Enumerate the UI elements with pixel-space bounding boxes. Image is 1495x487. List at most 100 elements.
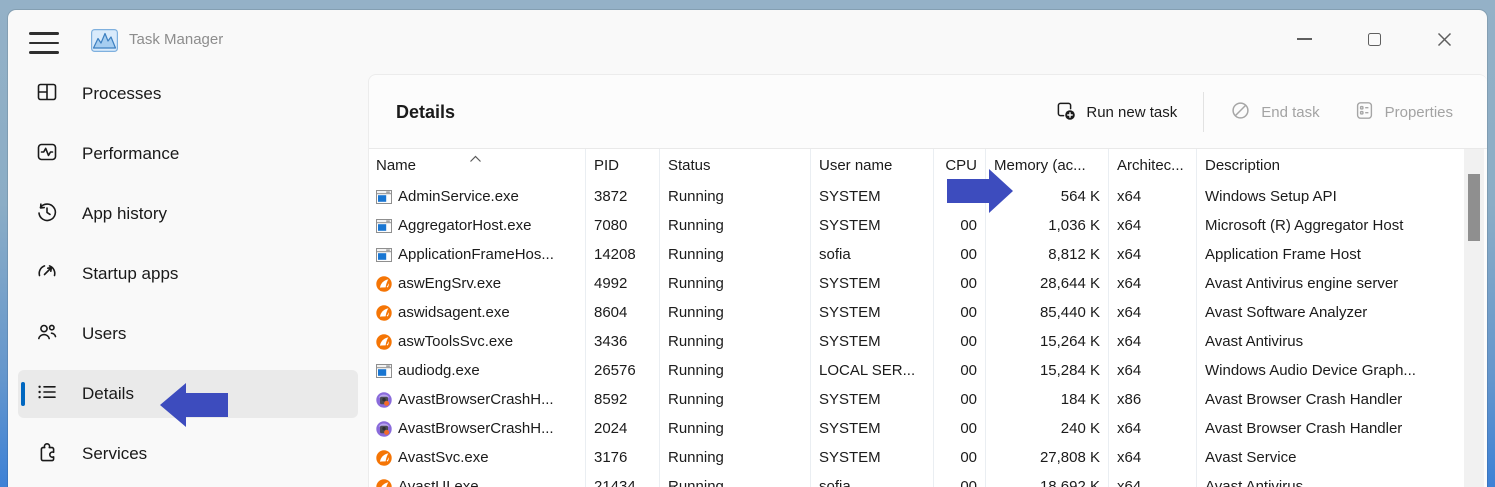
- column-header-label: Name: [376, 157, 416, 174]
- sidebar-item-app-history[interactable]: App history: [18, 190, 358, 238]
- sidebar-item-label: Startup apps: [82, 264, 178, 284]
- memory-cell: 18,692 K: [986, 472, 1109, 487]
- pid-cell: 3872: [586, 182, 660, 211]
- run-new-task-label: Run new task: [1086, 104, 1177, 121]
- sidebar-item-label: Performance: [82, 144, 179, 164]
- memory-cell: 1,036 K: [986, 211, 1109, 240]
- default-exe-icon: [376, 189, 392, 205]
- avast-icon: [376, 305, 392, 321]
- architecture-cell: x64: [1109, 211, 1197, 240]
- column-header-status[interactable]: Status: [660, 149, 811, 182]
- properties-button[interactable]: Properties: [1344, 92, 1463, 133]
- memory-cell: 240 K: [986, 414, 1109, 443]
- description-cell: Avast Browser Crash Handler: [1197, 385, 1464, 414]
- description-cell: Avast Antivirus: [1197, 327, 1464, 356]
- details-icon: [35, 380, 59, 409]
- table-row[interactable]: aswToolsSvc.exe3436RunningSYSTEM0015,264…: [369, 327, 1464, 356]
- details-table: Name PID Status User name CPU Memory (ac…: [369, 149, 1464, 487]
- process-name-cell: AvastUI.exe: [369, 472, 586, 487]
- status-cell: Running: [660, 385, 811, 414]
- architecture-cell: x64: [1109, 414, 1197, 443]
- table-row[interactable]: AvastBrowserCrashH...2024RunningSYSTEM00…: [369, 414, 1464, 443]
- process-name-cell: aswEngSrv.exe: [369, 269, 586, 298]
- architecture-cell: x64: [1109, 182, 1197, 211]
- column-header-description[interactable]: Description: [1197, 149, 1464, 182]
- process-name-text: aswEngSrv.exe: [398, 275, 501, 292]
- table-row[interactable]: ApplicationFrameHos...14208Runningsofia0…: [369, 240, 1464, 269]
- architecture-cell: x64: [1109, 298, 1197, 327]
- pid-cell: 4992: [586, 269, 660, 298]
- user-name-cell: sofia: [811, 240, 934, 269]
- minimize-button[interactable]: [1281, 19, 1327, 59]
- table-row[interactable]: audiodg.exe26576RunningLOCAL SER...0015,…: [369, 356, 1464, 385]
- process-name-cell: aswidsagent.exe: [369, 298, 586, 327]
- run-new-task-button[interactable]: Run new task: [1045, 92, 1187, 133]
- architecture-cell: x64: [1109, 240, 1197, 269]
- architecture-cell: x64: [1109, 472, 1197, 487]
- process-name-cell: AvastBrowserCrashH...: [369, 414, 586, 443]
- architecture-cell: x64: [1109, 356, 1197, 385]
- cpu-cell: 00: [934, 414, 986, 443]
- table-row[interactable]: aswidsagent.exe8604RunningSYSTEM0085,440…: [369, 298, 1464, 327]
- memory-cell: 15,284 K: [986, 356, 1109, 385]
- column-header-name[interactable]: Name: [369, 149, 586, 182]
- table-row[interactable]: AvastSvc.exe3176RunningSYSTEM0027,808 Kx…: [369, 443, 1464, 472]
- process-name-text: AvastBrowserCrashH...: [398, 391, 554, 408]
- memory-cell: 15,264 K: [986, 327, 1109, 356]
- memory-cell: 184 K: [986, 385, 1109, 414]
- sidebar-item-performance[interactable]: Performance: [18, 130, 358, 178]
- process-name-text: AvastBrowserCrashH...: [398, 420, 554, 437]
- avast-browser-crash-icon: [376, 392, 392, 408]
- default-exe-icon: [376, 363, 392, 379]
- cpu-cell: 00: [934, 472, 986, 487]
- table-row[interactable]: AvastBrowserCrashH...8592RunningSYSTEM00…: [369, 385, 1464, 414]
- sidebar-item-startup-apps[interactable]: Startup apps: [18, 250, 358, 298]
- vertical-scrollbar[interactable]: [1464, 149, 1484, 487]
- table-row[interactable]: AggregatorHost.exe7080RunningSYSTEM001,0…: [369, 211, 1464, 240]
- column-header-architecture[interactable]: Architec...: [1109, 149, 1197, 182]
- column-header-cpu[interactable]: CPU: [934, 149, 986, 182]
- window-title: Task Manager: [129, 10, 223, 68]
- process-name-cell: AggregatorHost.exe: [369, 211, 586, 240]
- pid-cell: 2024: [586, 414, 660, 443]
- process-name-text: ApplicationFrameHos...: [398, 246, 554, 263]
- cpu-cell: 00: [934, 356, 986, 385]
- performance-icon: [35, 140, 59, 169]
- sidebar-item-details[interactable]: Details: [18, 370, 358, 418]
- sort-ascending-icon: [469, 150, 482, 167]
- users-icon: [35, 320, 59, 349]
- table-row[interactable]: aswEngSrv.exe4992RunningSYSTEM0028,644 K…: [369, 269, 1464, 298]
- memory-cell: 28,644 K: [986, 269, 1109, 298]
- end-task-label: End task: [1261, 104, 1319, 121]
- sidebar-item-services[interactable]: Services: [18, 430, 358, 478]
- table-row[interactable]: AdminService.exe3872RunningSYSTEM00564 K…: [369, 182, 1464, 211]
- column-header-user-name[interactable]: User name: [811, 149, 934, 182]
- close-button[interactable]: [1421, 19, 1467, 59]
- description-cell: Avast Browser Crash Handler: [1197, 414, 1464, 443]
- startup-apps-icon: [35, 260, 59, 289]
- maximize-button[interactable]: [1351, 19, 1397, 59]
- memory-cell: 85,440 K: [986, 298, 1109, 327]
- status-cell: Running: [660, 240, 811, 269]
- user-name-cell: SYSTEM: [811, 327, 934, 356]
- page-title: Details: [396, 75, 455, 149]
- cpu-cell: 00: [934, 240, 986, 269]
- column-header-memory[interactable]: Memory (ac...: [986, 149, 1109, 182]
- table-row[interactable]: AvastUI.exe21434Runningsofia0018,692 Kx6…: [369, 472, 1464, 487]
- scrollbar-thumb[interactable]: [1468, 174, 1480, 241]
- sidebar-item-processes[interactable]: Processes: [18, 70, 358, 118]
- sidebar-item-label: Users: [82, 324, 126, 344]
- process-name-text: aswidsagent.exe: [398, 304, 510, 321]
- column-header-pid[interactable]: PID: [586, 149, 660, 182]
- pid-cell: 26576: [586, 356, 660, 385]
- status-cell: Running: [660, 472, 811, 487]
- run-new-task-icon: [1055, 100, 1076, 125]
- sidebar-item-label: Services: [82, 444, 147, 464]
- memory-cell: 8,812 K: [986, 240, 1109, 269]
- end-task-button[interactable]: End task: [1220, 92, 1329, 133]
- cpu-cell: 00: [934, 298, 986, 327]
- sidebar-item-users[interactable]: Users: [18, 310, 358, 358]
- hamburger-menu-icon[interactable]: [29, 32, 59, 54]
- user-name-cell: sofia: [811, 472, 934, 487]
- status-cell: Running: [660, 356, 811, 385]
